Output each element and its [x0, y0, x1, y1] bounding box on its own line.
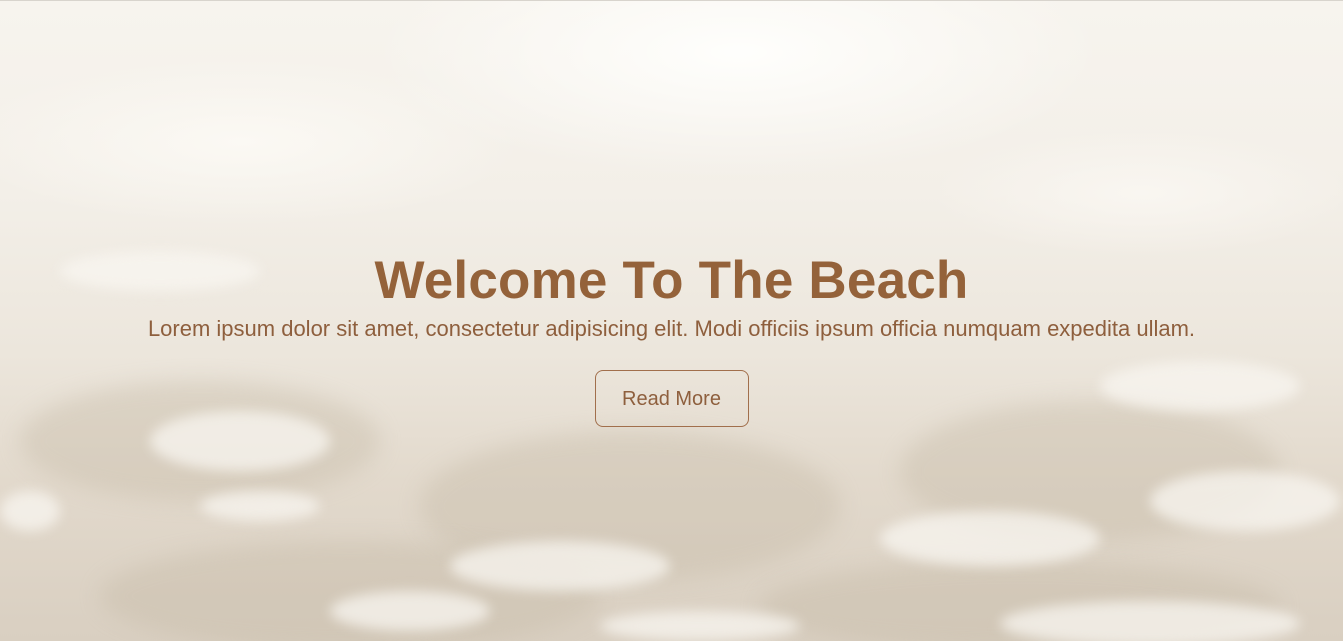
hero-title: Welcome To The Beach: [374, 251, 969, 310]
hero-subtitle: Lorem ipsum dolor sit amet, consectetur …: [147, 316, 1196, 341]
hero-section: Welcome To The Beach Lorem ipsum dolor s…: [0, 0, 1343, 641]
hero-content: Welcome To The Beach Lorem ipsum dolor s…: [0, 249, 1343, 427]
read-more-button[interactable]: Read More: [594, 370, 749, 427]
